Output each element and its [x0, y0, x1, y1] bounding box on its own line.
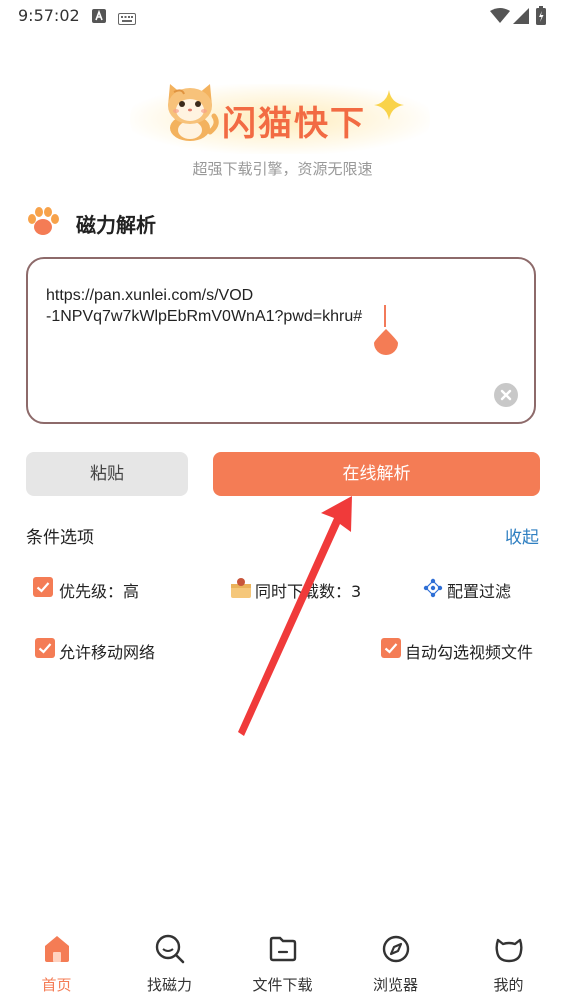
nav-item-profile[interactable]: 我的	[452, 920, 565, 1004]
brand-header: 闪猫快下 超强下载引擎，资源无限速	[0, 78, 565, 188]
priority-label: 优先级：高	[59, 582, 140, 601]
cat-logo-icon	[160, 80, 220, 146]
brand-subtitle: 超强下载引擎，资源无限速	[192, 160, 373, 178]
mobile-network-checkbox[interactable]	[35, 638, 55, 658]
home-icon	[40, 932, 74, 966]
caret-handle-icon[interactable]	[374, 329, 398, 355]
close-icon	[500, 389, 512, 401]
nav-item-browser[interactable]: 浏览器	[339, 920, 452, 1004]
folder-icon	[266, 932, 300, 966]
checkmark-icon	[36, 582, 50, 593]
priority-checkbox[interactable]	[33, 577, 53, 597]
nav-label-home: 首页	[41, 976, 72, 994]
status-time: 9:57:02	[18, 6, 80, 25]
nav-item-find-magnet[interactable]: 找磁力	[113, 920, 226, 1004]
battery-icon	[536, 6, 546, 29]
online-parse-button[interactable]: 在线解析	[213, 452, 540, 496]
mobile-network-label: 允许移动网络	[59, 643, 156, 662]
collapse-link[interactable]: 收起	[505, 523, 539, 548]
clear-input-button[interactable]	[494, 383, 518, 407]
nav-item-home[interactable]: 首页	[0, 920, 113, 1004]
auto-select-video-checkbox[interactable]	[381, 638, 401, 658]
signal-icon	[513, 8, 529, 28]
text-caret	[384, 305, 386, 327]
magnet-url-input[interactable]: https://pan.xunlei.com/s/VOD -1NPVq7w7kW…	[26, 257, 536, 424]
keyboard-icon	[118, 10, 136, 29]
auto-select-video-option[interactable]: 自动勾选视频文件	[381, 638, 541, 662]
mobile-network-option[interactable]: 允许移动网络	[35, 638, 195, 662]
url-input-text[interactable]: https://pan.xunlei.com/s/VOD -1NPVq7w7kW…	[46, 285, 486, 327]
bottom-navigation: 首页 找磁力 文件下载 浏览器 我的	[0, 920, 565, 1004]
download-box-icon	[230, 577, 252, 603]
status-bar: 9:57:02	[0, 0, 565, 32]
paste-button[interactable]: 粘贴	[26, 452, 188, 496]
section-title: 磁力解析	[76, 213, 156, 237]
priority-option[interactable]: 优先级：高	[33, 577, 183, 601]
nav-label-profile: 我的	[493, 976, 524, 994]
compass-icon	[379, 932, 413, 966]
brand-title: 闪猫快下	[222, 104, 366, 144]
cat-face-icon	[492, 932, 526, 966]
notification-a-icon	[92, 8, 106, 27]
filter-config-label: 配置过滤	[447, 582, 512, 601]
nav-item-file-download[interactable]: 文件下载	[226, 920, 339, 1004]
options-title: 条件选项	[26, 528, 94, 548]
paw-icon	[26, 205, 60, 243]
search-icon	[153, 932, 187, 966]
wifi-icon	[490, 8, 510, 28]
checkmark-icon	[384, 643, 398, 654]
concurrent-downloads-option[interactable]: 同时下载数：3	[230, 577, 400, 601]
nav-label-file-download: 文件下载	[252, 976, 313, 994]
sparkle-icon	[374, 90, 404, 124]
nav-label-browser: 浏览器	[372, 976, 418, 994]
concurrent-downloads-label: 同时下载数：3	[255, 582, 362, 601]
filter-network-icon	[422, 577, 444, 603]
filter-config-option[interactable]: 配置过滤	[422, 577, 532, 601]
auto-select-video-label: 自动勾选视频文件	[405, 643, 534, 662]
nav-label-find-magnet: 找磁力	[146, 976, 192, 994]
checkmark-icon	[38, 643, 52, 654]
